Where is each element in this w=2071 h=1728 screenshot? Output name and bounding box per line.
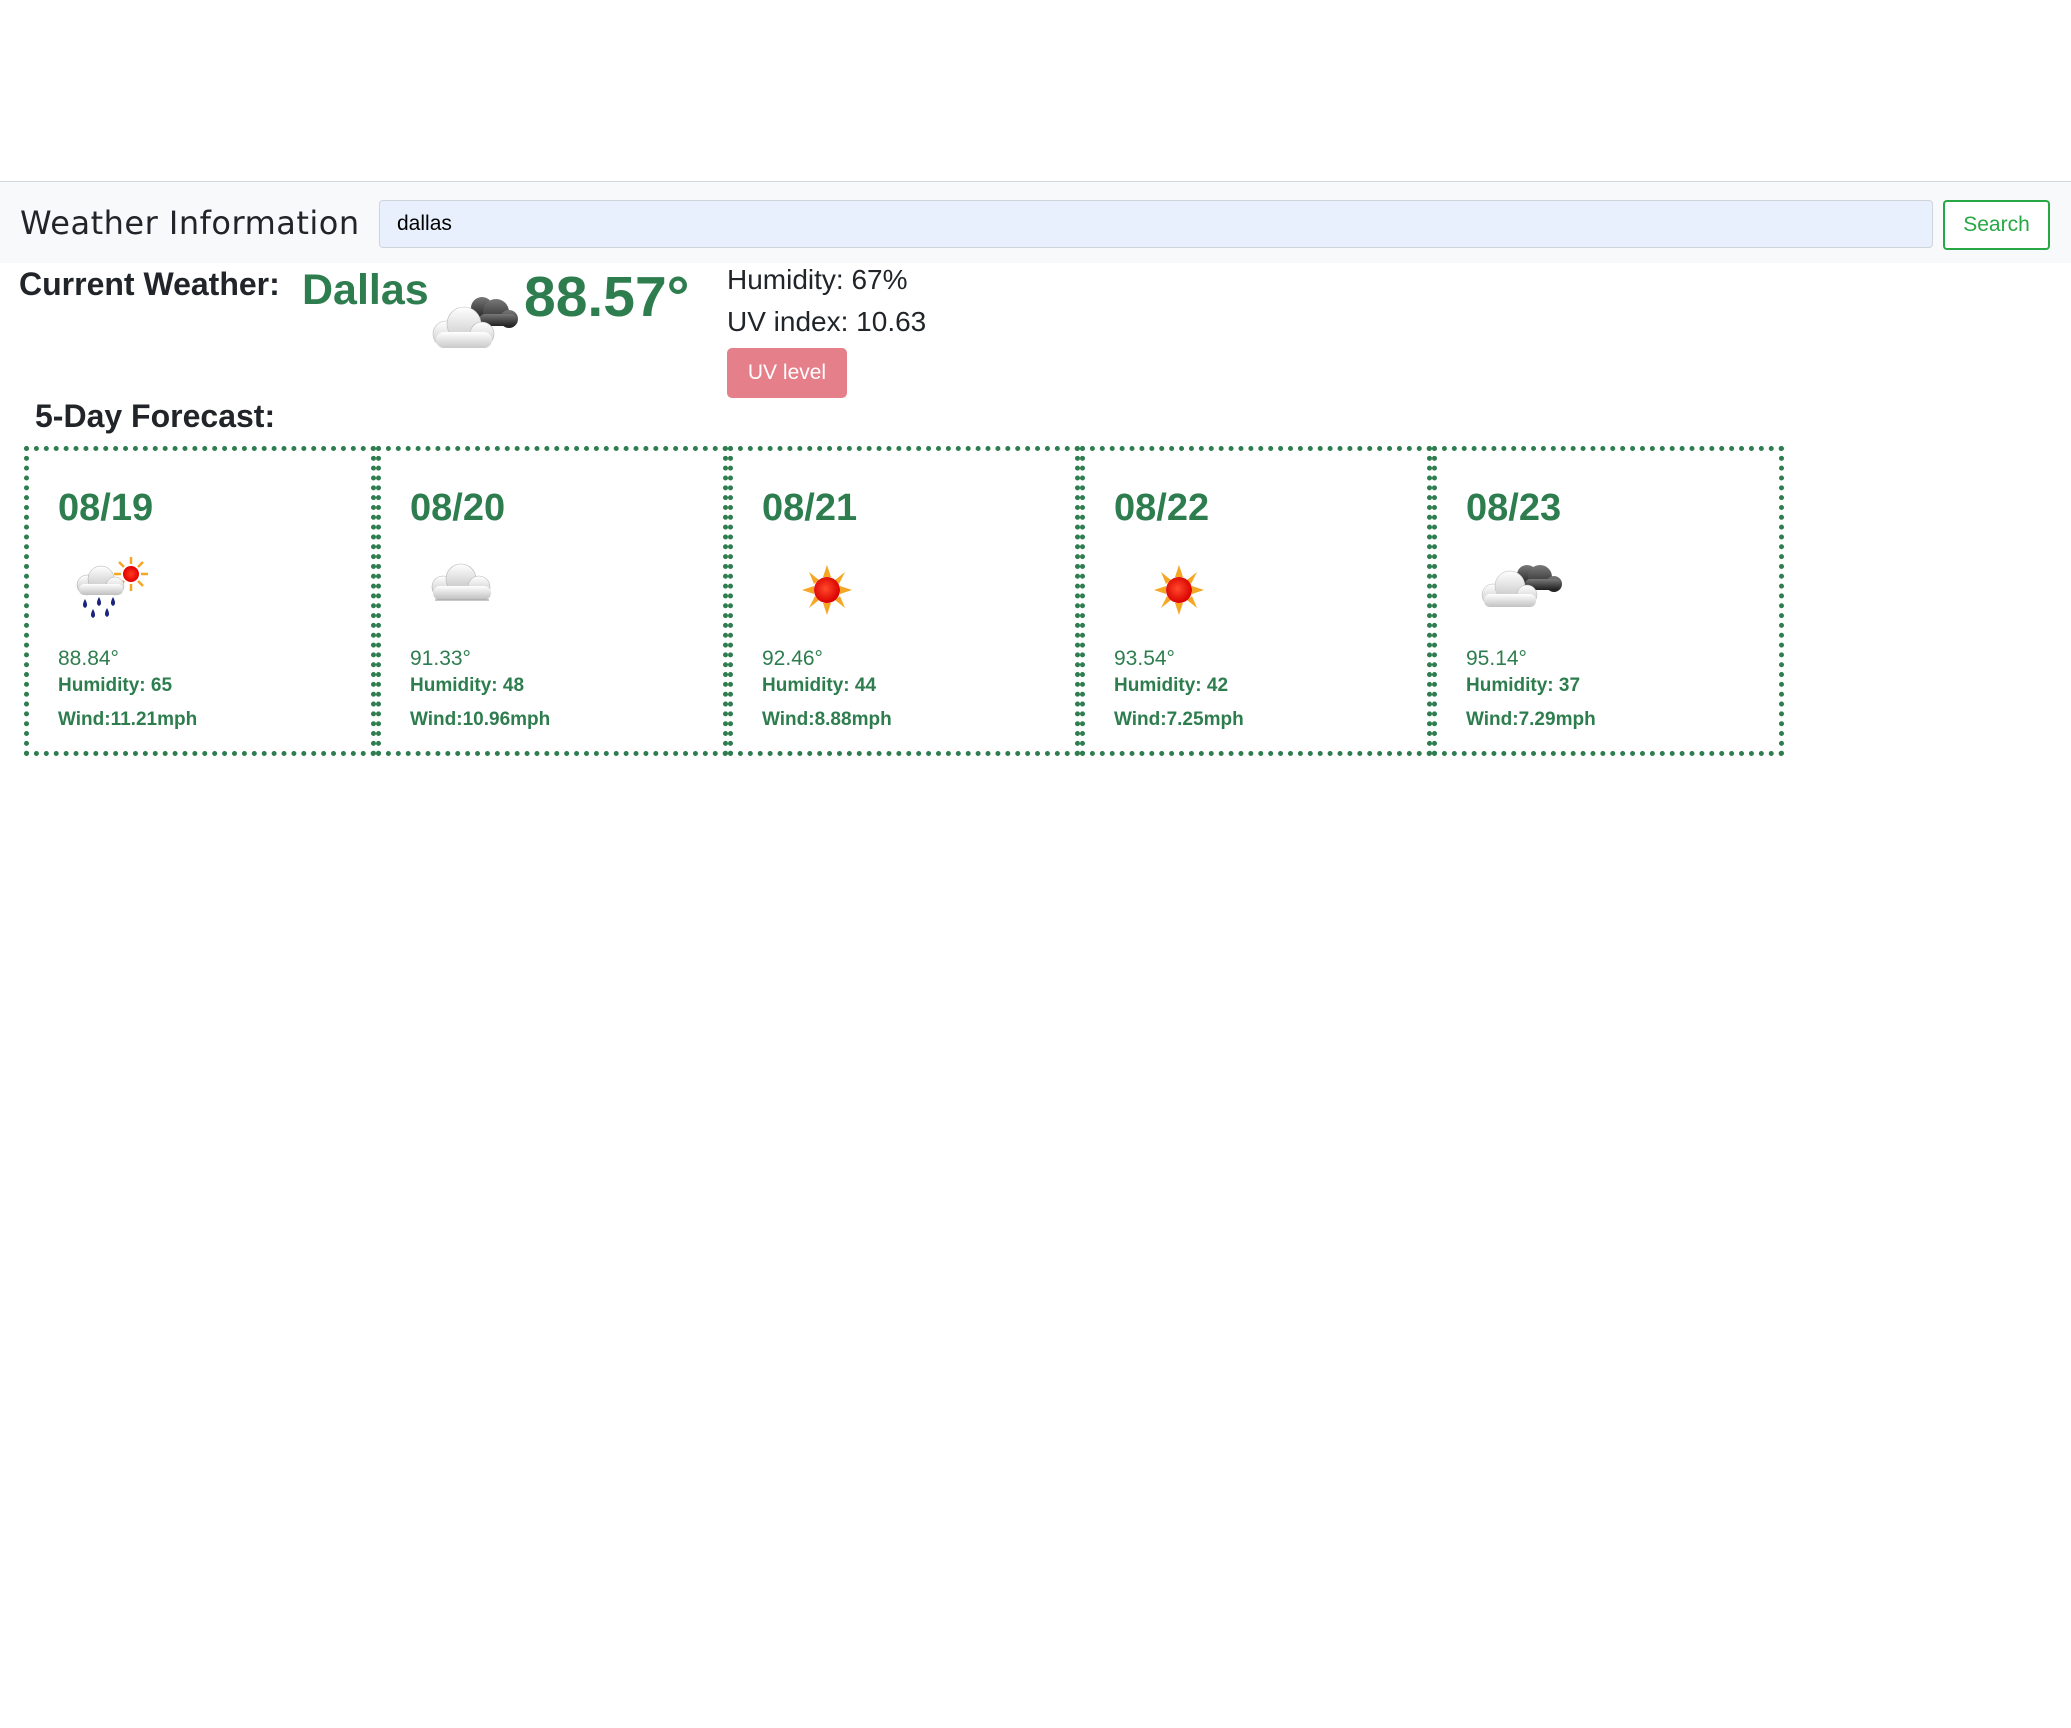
- forecast-humidity: Humidity: 48: [410, 675, 525, 696]
- uv-level-button[interactable]: UV level: [727, 348, 847, 398]
- rain-sun-icon: [76, 557, 148, 618]
- city-name: Dallas: [302, 266, 429, 314]
- forecast-date: 08/21: [762, 487, 858, 529]
- app-title: Weather Information: [20, 204, 360, 242]
- forecast-card: 08/23 95.14° Humidity: 37 Wind:7.29mph: [1432, 446, 1784, 756]
- forecast-humidity: Humidity: 44: [762, 675, 877, 696]
- forecast-wind: Wind:8.88mph: [762, 709, 892, 730]
- forecast-date: 08/23: [1466, 487, 1562, 529]
- forecast-card: 08/20 91.33° Humidity: 48 Wind:10.96mph: [376, 446, 728, 756]
- forecast-temperature: 95.14°: [1466, 647, 1527, 670]
- forecast-temperature: 92.46°: [762, 647, 823, 670]
- forecast-humidity: Humidity: 65: [58, 675, 173, 696]
- sun-icon: [802, 565, 852, 615]
- current-temperature: 88.57°: [524, 265, 690, 329]
- forecast-label: 5-Day Forecast:: [35, 398, 276, 434]
- forecast-temperature: 91.33°: [410, 647, 471, 670]
- forecast-temperature: 93.54°: [1114, 647, 1175, 670]
- forecast-wind: Wind:7.29mph: [1466, 709, 1596, 730]
- forecast-cards: 08/19 88.84° Humidity: 65 Wind:11.21mph …: [24, 446, 1784, 756]
- forecast-card: 08/21 92.46° Humidity: 44 Wind:8.88mph: [728, 446, 1080, 756]
- uv-index: UV index: 10.63: [727, 306, 927, 337]
- current-humidity: Humidity: 67%: [727, 264, 908, 295]
- cloud-icon: [431, 563, 491, 601]
- forecast-date: 08/19: [58, 487, 154, 529]
- forecast-card: 08/22 93.54° Humidity: 42 Wind:7.25mph: [1080, 446, 1432, 756]
- partly-cloudy-icon: [432, 297, 518, 348]
- partly-cloudy-icon: [1481, 565, 1562, 607]
- forecast-date: 08/20: [410, 487, 506, 529]
- current-weather-label: Current Weather:: [19, 266, 280, 302]
- search-button[interactable]: Search: [1943, 200, 2050, 250]
- forecast-date: 08/22: [1114, 487, 1210, 529]
- navbar: Weather Information Search: [0, 181, 2071, 263]
- sun-icon: [1154, 565, 1204, 615]
- forecast-wind: Wind:11.21mph: [58, 709, 198, 730]
- forecast-wind: Wind:10.96mph: [410, 709, 551, 730]
- forecast-humidity: Humidity: 37: [1466, 675, 1581, 696]
- forecast-card: 08/19 88.84° Humidity: 65 Wind:11.21mph: [24, 446, 376, 756]
- forecast-humidity: Humidity: 42: [1114, 675, 1229, 696]
- search-input[interactable]: [379, 200, 1933, 248]
- forecast-temperature: 88.84°: [58, 647, 119, 670]
- forecast-wind: Wind:7.25mph: [1114, 709, 1244, 730]
